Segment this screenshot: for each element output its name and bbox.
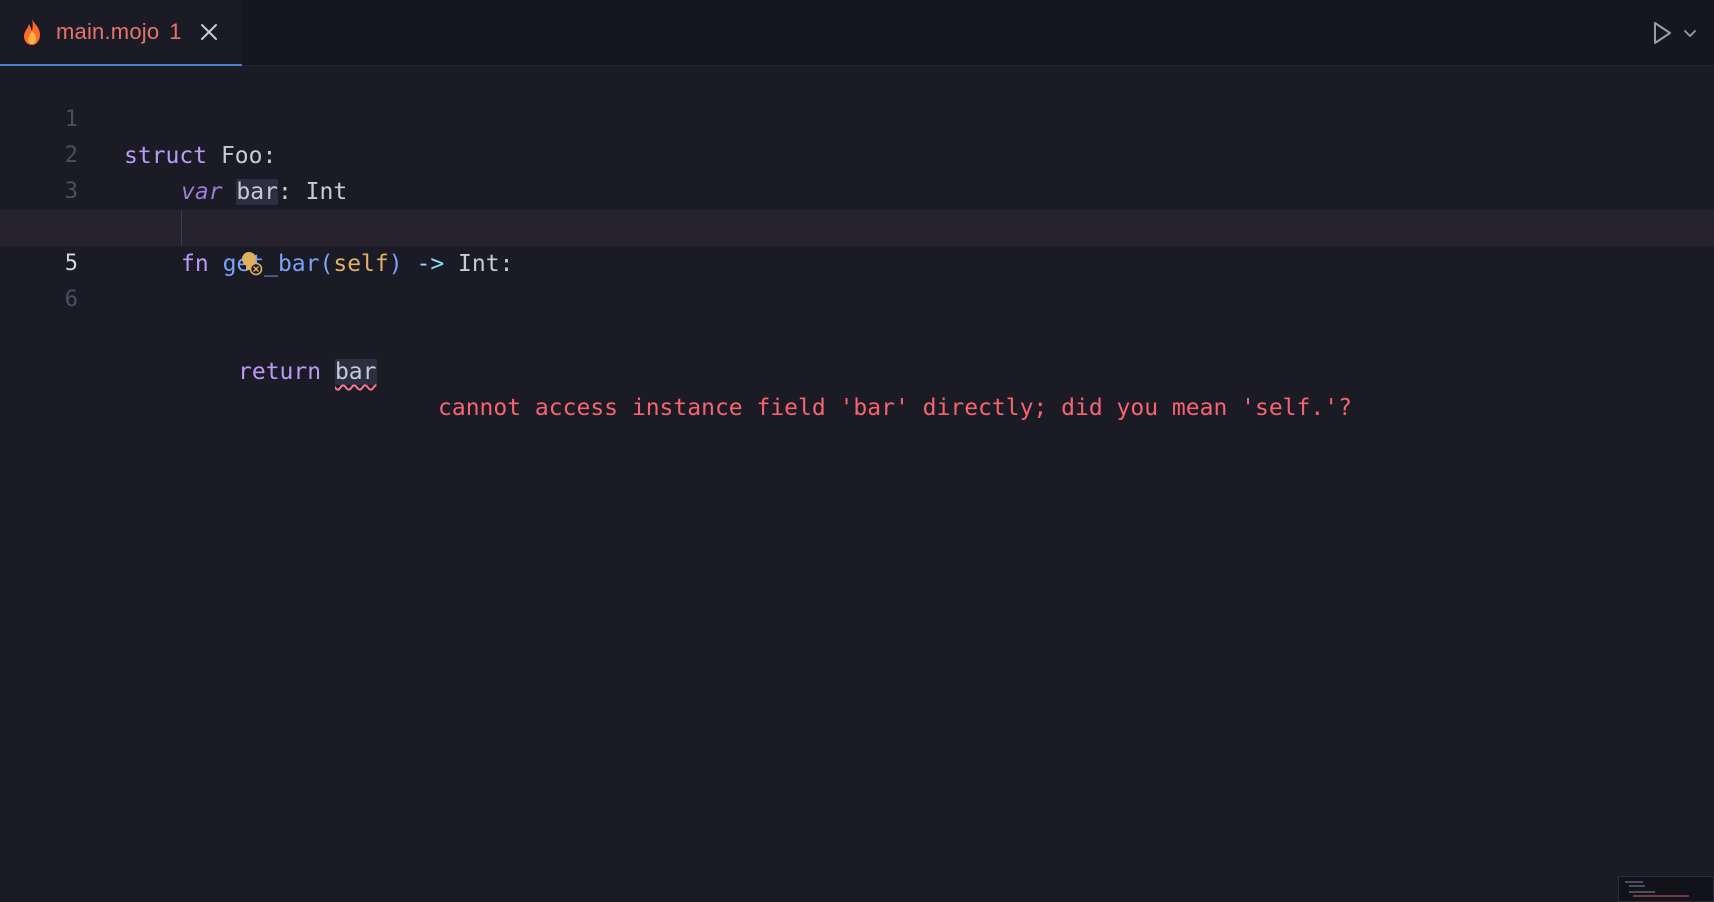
minimap-line — [1625, 881, 1643, 883]
close-icon[interactable] — [198, 21, 220, 43]
line-number: 6 — [64, 287, 78, 312]
minimap-line — [1629, 891, 1655, 893]
code-text: return bar — [238, 359, 377, 385]
code-editor[interactable]: 1 struct Foo: 2 var bar: Int 3 4 fn get_… — [0, 66, 1714, 902]
indent-guide — [181, 210, 182, 246]
code-line-3[interactable]: 3 — [0, 138, 1714, 204]
code-line-5[interactable]: 5 return bar cannot access instance fiel… — [0, 210, 1714, 421]
tab-filename: main.mojo — [56, 19, 160, 44]
code-line-1[interactable]: 1 struct Foo: — [0, 66, 1714, 169]
code-line-2[interactable]: 2 var bar: Int — [0, 102, 1714, 205]
minimap[interactable] — [1618, 876, 1714, 902]
lightbulb-error-icon[interactable] — [128, 214, 263, 276]
error-token: bar — [334, 359, 377, 385]
run-controls — [1650, 20, 1698, 50]
mojo-flame-icon — [20, 18, 44, 46]
chevron-down-icon[interactable] — [1682, 25, 1698, 45]
tab-main-mojo[interactable]: main.mojo 1 — [0, 0, 242, 66]
editor-window: main.mojo 1 1 struct Foo: 2 var bar: Int… — [0, 0, 1714, 902]
minimap-line — [1633, 895, 1689, 897]
code-line-6[interactable]: 6 — [0, 246, 1714, 312]
inline-error-message: cannot access instance field 'bar' direc… — [438, 395, 1352, 421]
code-line-4[interactable]: 4 fn get_bar(self) -> Int: — [0, 174, 1714, 277]
play-icon[interactable] — [1650, 20, 1674, 50]
tab-bar: main.mojo 1 — [0, 0, 1714, 66]
minimap-line — [1629, 885, 1645, 887]
tab-problem-count: 1 — [169, 19, 182, 44]
